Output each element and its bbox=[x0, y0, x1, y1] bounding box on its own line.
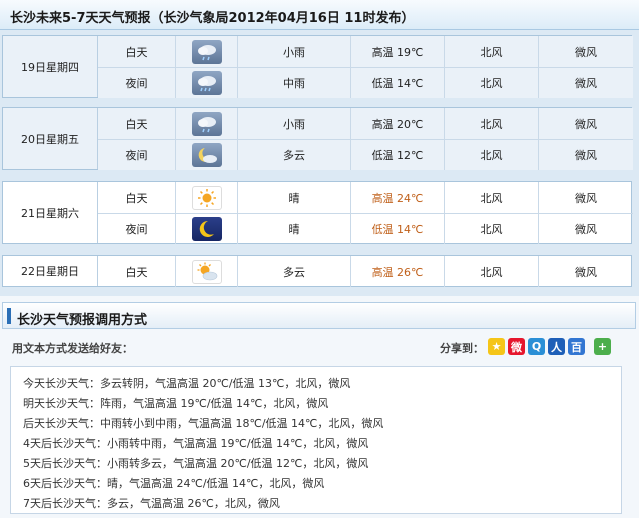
day-date: 20日星期五 bbox=[3, 108, 98, 169]
weather-desc: 小雨 bbox=[238, 36, 351, 67]
share-section: 长沙天气预报调用方式 用文本方式发送给好友： 分享到： ★ 微 Q 人 百 + … bbox=[0, 296, 639, 518]
share-to-label: 分享到： bbox=[440, 342, 484, 355]
wind-direction: 北风 bbox=[445, 214, 539, 244]
wind-direction: 北风 bbox=[445, 68, 539, 98]
renren-icon[interactable]: 人 bbox=[548, 338, 565, 355]
forecast-row: 夜间 中雨 低温 14℃ 北风 微风 bbox=[98, 67, 633, 98]
temperature: 高温 26℃ bbox=[351, 256, 445, 287]
temperature: 低温 14℃ bbox=[351, 68, 445, 98]
day-block: 21日星期六 白天 晴 高温 24℃ 北风 微风 夜间 晴 低温 14℃ 北风 … bbox=[2, 181, 633, 244]
forecast-table: 19日星期四 白天 小雨 高温 19℃ 北风 微风 夜间 中雨 低温 14℃ 北… bbox=[0, 30, 639, 296]
weather-desc: 小雨 bbox=[238, 108, 351, 139]
forecast-row: 白天 晴 高温 24℃ 北风 微风 bbox=[98, 182, 633, 213]
forecast-row: 白天 小雨 高温 20℃ 北风 微风 bbox=[98, 108, 633, 139]
forecast-row: 白天 多云 高温 26℃ 北风 微风 bbox=[98, 256, 633, 287]
share-text-box[interactable]: 今天长沙天气：多云转阴，气温高温 20℃/低温 13℃，北风，微风 明天长沙天气… bbox=[10, 366, 622, 514]
day-block: 19日星期四 白天 小雨 高温 19℃ 北风 微风 夜间 中雨 低温 14℃ 北… bbox=[2, 35, 633, 98]
wind-direction: 北风 bbox=[445, 108, 539, 139]
weather-desc: 多云 bbox=[238, 140, 351, 170]
wind-force: 微风 bbox=[575, 77, 597, 90]
wind-direction: 北风 bbox=[445, 36, 539, 67]
wind-force: 微风 bbox=[575, 149, 597, 162]
period-label: 白天 bbox=[98, 108, 176, 139]
period-label: 夜间 bbox=[98, 214, 176, 244]
day-block: 20日星期五 白天 小雨 高温 20℃ 北风 微风 夜间 多云 低温 12℃ 北… bbox=[2, 107, 633, 170]
weather-desc: 多云 bbox=[238, 256, 351, 287]
forecast-text-line: 6天后长沙天气：晴，气温高温 24℃/低温 14℃，北风，微风 bbox=[23, 477, 325, 490]
forecast-text-line: 明天长沙天气：阵雨，气温高温 19℃/低温 14℃，北风，微风 bbox=[23, 397, 329, 410]
wind-force: 微风 bbox=[575, 191, 597, 205]
weibo-icon[interactable]: 微 bbox=[508, 338, 525, 355]
send-text-label: 用文本方式发送给好友： bbox=[12, 342, 133, 355]
day-date: 19日星期四 bbox=[3, 36, 98, 97]
wind-force: 微风 bbox=[575, 223, 597, 236]
forecast-row: 夜间 多云 低温 12℃ 北风 微风 bbox=[98, 139, 633, 170]
wind-direction: 北风 bbox=[445, 256, 539, 287]
accent-bar bbox=[7, 308, 11, 324]
sunny-icon bbox=[191, 185, 222, 210]
wind-force: 微风 bbox=[575, 45, 597, 59]
weather-desc: 晴 bbox=[238, 214, 351, 244]
forecast-text-line: 4天后长沙天气：小雨转中雨，气温高温 19℃/低温 14℃，北风，微风 bbox=[23, 437, 369, 450]
more-share-icon[interactable]: + bbox=[594, 338, 611, 355]
forecast-text-line: 今天长沙天气：多云转阴，气温高温 20℃/低温 13℃，北风，微风 bbox=[23, 377, 351, 390]
baidu-icon[interactable]: 百 bbox=[568, 338, 585, 355]
period-label: 白天 bbox=[98, 36, 176, 67]
weather-desc: 晴 bbox=[238, 182, 351, 213]
light-rain-icon bbox=[191, 39, 222, 64]
forecast-text-line: 5天后长沙天气：小雨转多云，气温高温 20℃/低温 12℃，北风，微风 bbox=[23, 457, 369, 470]
period-label: 夜间 bbox=[98, 68, 176, 98]
period-label: 白天 bbox=[98, 256, 176, 287]
share-title: 长沙天气预报调用方式 bbox=[17, 313, 148, 328]
day-block: 22日星期日 白天 多云 高温 26℃ 北风 微风 bbox=[2, 255, 632, 287]
period-label: 白天 bbox=[98, 182, 176, 213]
temperature: 高温 20℃ bbox=[351, 108, 445, 139]
qzone-icon[interactable]: ★ bbox=[488, 338, 505, 355]
day-date: 22日星期日 bbox=[3, 256, 98, 286]
temperature: 低温 12℃ bbox=[351, 140, 445, 170]
day-date: 21日星期六 bbox=[3, 182, 98, 243]
forecast-row: 白天 小雨 高温 19℃ 北风 微风 bbox=[98, 36, 633, 67]
partly-cloudy-icon bbox=[191, 259, 222, 284]
share-header: 长沙天气预报调用方式 bbox=[2, 302, 636, 329]
tencent-weibo-icon[interactable]: Q bbox=[528, 338, 545, 355]
forecast-header: 长沙未来5-7天天气预报（长沙气象局2012年04月16日 11时发布） bbox=[0, 0, 639, 30]
moderate-rain-icon bbox=[191, 71, 222, 95]
period-label: 夜间 bbox=[98, 140, 176, 170]
wind-force: 微风 bbox=[575, 117, 597, 131]
weather-desc: 中雨 bbox=[238, 68, 351, 98]
wind-direction: 北风 bbox=[445, 140, 539, 170]
wind-direction: 北风 bbox=[445, 182, 539, 213]
forecast-text-line: 后天长沙天气：中雨转小到中雨，气温高温 18℃/低温 14℃，北风，微风 bbox=[23, 417, 384, 430]
forecast-text-line: 7天后长沙天气：多云，气温高温 26℃，北风，微风 bbox=[23, 497, 280, 510]
forecast-row: 夜间 晴 低温 14℃ 北风 微风 bbox=[98, 213, 633, 244]
temperature: 高温 24℃ bbox=[351, 182, 445, 213]
cloudy-night-icon bbox=[191, 143, 222, 167]
page-title: 长沙未来5-7天天气预报（长沙气象局2012年04月16日 11时发布） bbox=[10, 11, 415, 26]
light-rain-icon bbox=[191, 111, 222, 136]
wind-force: 微风 bbox=[575, 265, 597, 279]
temperature: 低温 14℃ bbox=[351, 214, 445, 244]
clear-night-icon bbox=[191, 217, 222, 241]
temperature: 高温 19℃ bbox=[351, 36, 445, 67]
scrollbar[interactable] bbox=[633, 30, 639, 296]
share-icons: ★ 微 Q 人 百 + bbox=[488, 338, 611, 355]
